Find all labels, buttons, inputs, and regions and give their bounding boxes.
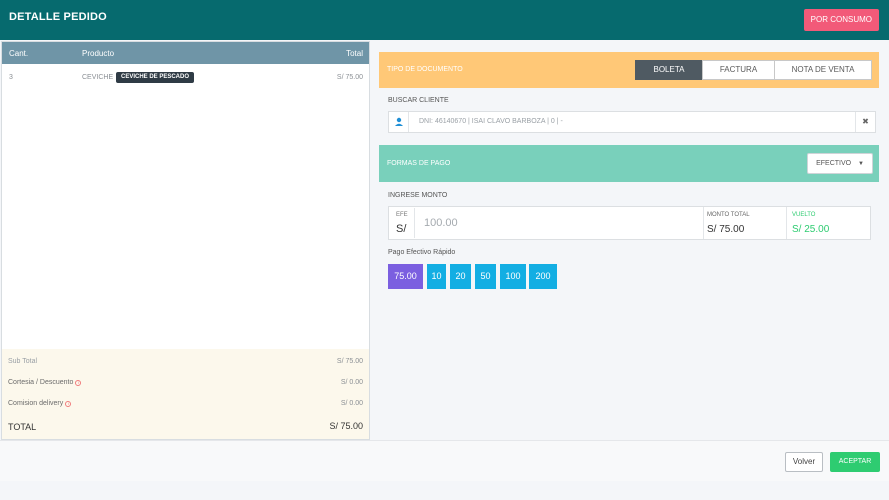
top-header: DETALLE PEDIDO POR CONSUMO (0, 0, 889, 40)
quick-amount-button[interactable]: 50 (475, 264, 496, 289)
buscar-cliente-label: BUSCAR CLIENTE (388, 97, 449, 104)
quick-amount-button[interactable]: 100 (500, 264, 526, 289)
document-type-bar: TIPO DE DOCUMENTO BOLETA FACTURA NOTA DE… (379, 52, 879, 88)
document-type-label: TIPO DE DOCUMENTO (387, 66, 463, 73)
clear-icon[interactable]: ✖ (855, 112, 875, 132)
quick-amount-button[interactable]: 75.00 (388, 264, 423, 289)
subtotal-label: Sub Total (8, 358, 38, 365)
divider (786, 207, 787, 239)
delivery-row: Comision delivery i (8, 400, 72, 407)
volver-button[interactable]: Volver (785, 452, 823, 472)
pago-rapido-label: Pago Efectivo Rápido (388, 249, 456, 256)
row-product: CEVICHE (82, 74, 114, 81)
cortesia-row: Cortesia / Descuento i (8, 379, 82, 386)
cortesia-label: Cortesia / Descuento (8, 379, 74, 386)
total-label: TOTAL (8, 422, 37, 432)
tab-factura[interactable]: FACTURA (702, 60, 775, 80)
vuelto-label: VUELTO (792, 212, 816, 218)
row-total: S/ 75.00 (336, 74, 363, 81)
client-search-field[interactable]: DNI: 46140670 | ISAI CLAVO BARBOZA | 0 |… (388, 111, 876, 133)
tab-boleta[interactable]: BOLETA (635, 60, 703, 80)
total-value: S/ 75.00 (329, 421, 363, 431)
payment-methods-bar: FORMAS DE PAGO EFECTIVO ▼ (379, 145, 879, 182)
efe-label: EFE (396, 212, 408, 218)
delivery-label: Comision delivery (8, 400, 64, 407)
user-icon[interactable] (389, 112, 409, 132)
order-table-header: Cant. Producto Total (2, 42, 369, 64)
totals-section: Sub Total S/ 75.00 Cortesia / Descuento i… (2, 349, 369, 439)
row-qty: 3 (9, 74, 13, 81)
table-row[interactable]: 3 CEVICHE CEVICHE DE PESCADO S/ 75.00 (2, 70, 369, 86)
vuelto-value: S/ 25.00 (792, 224, 830, 235)
info-icon[interactable]: i (75, 380, 82, 386)
subtotal-value: S/ 75.00 (336, 358, 363, 365)
info-icon[interactable]: i (65, 401, 72, 407)
quick-amount-button[interactable]: 20 (450, 264, 471, 289)
monto-total-label: MONTO TOTAL (707, 212, 750, 218)
tab-nota-de-venta[interactable]: NOTA DE VENTA (774, 60, 872, 80)
currency-label: S/ (396, 223, 407, 235)
por-consumo-button[interactable]: POR CONSUMO (803, 9, 879, 31)
page-title: DETALLE PEDIDO (9, 11, 107, 23)
product-variant-badge: CEVICHE DE PESCADO (116, 72, 195, 83)
payment-panel: TIPO DE DOCUMENTO BOLETA FACTURA NOTA DE… (379, 52, 879, 440)
amount-placeholder: 100.00 (424, 217, 458, 229)
column-product: Producto (82, 49, 115, 58)
payment-method-value: EFECTIVO (816, 160, 852, 167)
column-total: Total (346, 49, 363, 58)
payment-methods-label: FORMAS DE PAGO (387, 160, 451, 167)
payment-method-select[interactable]: EFECTIVO ▼ (807, 153, 873, 174)
amount-box: EFE S/ 100.00 MONTO TOTAL S/ 75.00 VUELT… (388, 206, 871, 240)
aceptar-button[interactable]: ACEPTAR (830, 452, 880, 472)
column-qty: Cant. (9, 49, 29, 58)
delivery-value: S/ 0.00 (340, 400, 363, 407)
quick-amount-button[interactable]: 10 (427, 264, 446, 289)
cortesia-value: S/ 0.00 (340, 379, 363, 386)
monto-total-value: S/ 75.00 (707, 224, 745, 235)
caret-down-icon: ▼ (858, 161, 864, 167)
divider (703, 207, 704, 239)
footer-bar: Volver ACEPTAR (0, 440, 889, 481)
quick-amount-button[interactable]: 200 (529, 264, 557, 289)
client-search-value: DNI: 46140670 | ISAI CLAVO BARBOZA | 0 |… (419, 118, 563, 125)
ingrese-monto-label: INGRESE MONTO (388, 192, 448, 199)
order-panel: Cant. Producto Total 3 CEVICHE CEVICHE D… (1, 41, 370, 440)
amount-input[interactable]: 100.00 (414, 208, 704, 238)
